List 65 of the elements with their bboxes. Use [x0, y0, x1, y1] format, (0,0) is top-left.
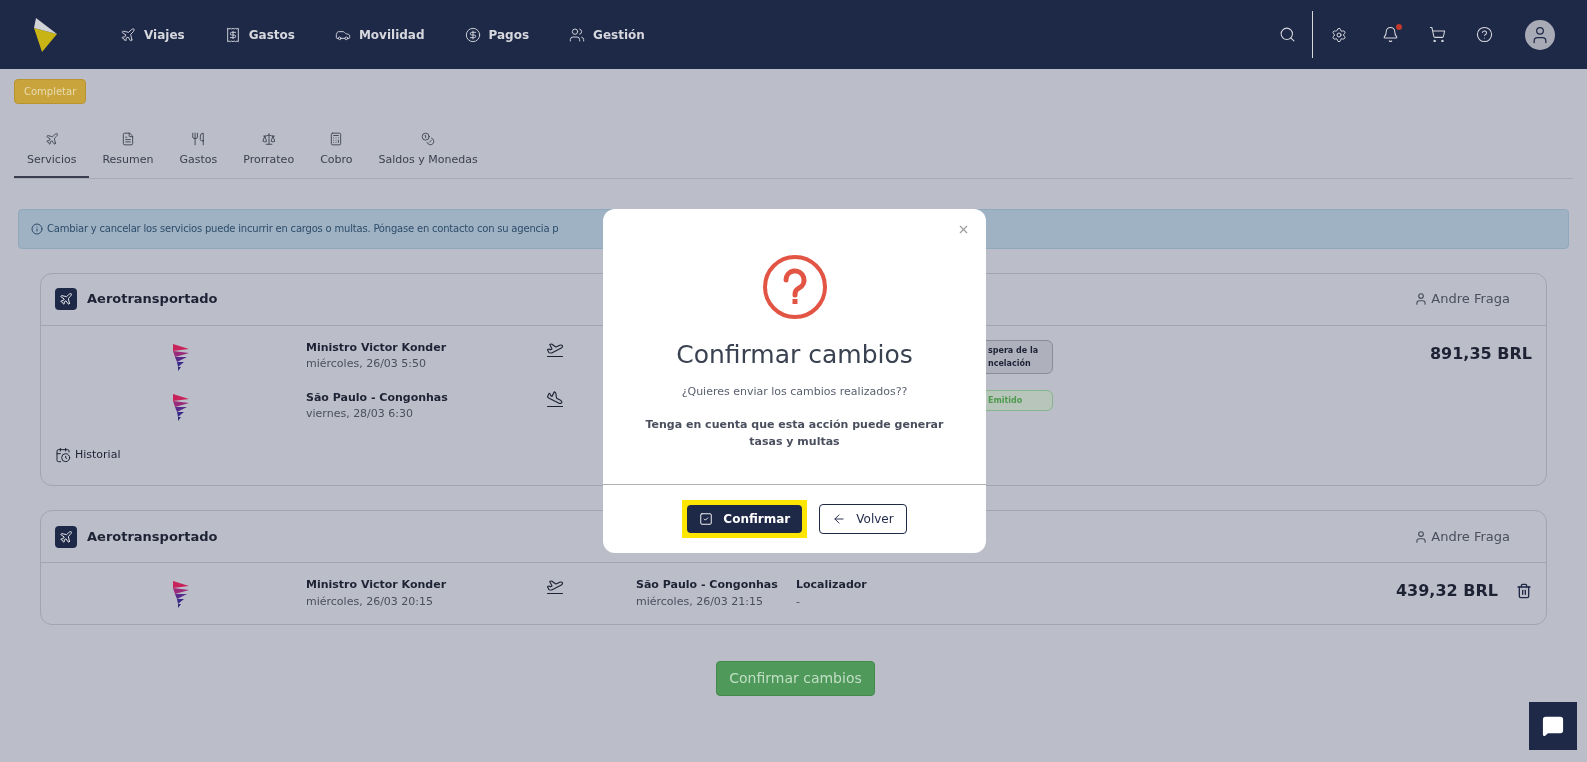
origin-name: Ministro Victor Konder — [306, 339, 448, 356]
plane-takeoff-icon — [546, 577, 564, 595]
dialog-warning: Tenga en cuenta que esta acción puede generar tasas y multas — [644, 417, 945, 450]
chat-button[interactable] — [1529, 702, 1577, 750]
calculator-icon — [329, 132, 344, 146]
history-icon[interactable] — [55, 446, 71, 463]
question-icon — [761, 254, 828, 320]
close-icon[interactable] — [957, 223, 970, 236]
tab[interactable]: Servicios — [14, 132, 90, 178]
notification-bell-icon[interactable] — [1382, 26, 1399, 43]
alert-text: Cambiar y cancelar los servicios puede incurrir en cargos o multas. Póngase en contacto con su agencia p — [47, 222, 559, 236]
user-icon — [1414, 292, 1429, 306]
utensils-icon — [191, 132, 206, 146]
dialog-question: ¿Quieres enviar los cambios realizados?? — [680, 383, 909, 400]
nav-link[interactable]: Pagos — [464, 25, 530, 44]
receipt-icon — [224, 26, 241, 43]
settings-icon[interactable] — [1331, 26, 1347, 43]
tab[interactable]: Gastos — [166, 132, 231, 178]
plane-icon — [44, 132, 59, 146]
traveler-name[interactable]: Andre Fraga — [1431, 526, 1510, 547]
plane-icon — [55, 525, 77, 548]
locator-label: Localizador — [796, 577, 868, 593]
users-icon — [569, 26, 586, 43]
nav-link[interactable]: Viajes — [120, 25, 185, 44]
price: 891,35 BRL — [1429, 342, 1532, 365]
service-type: Aerotransportado — [87, 290, 218, 309]
tab[interactable]: Resumen — [89, 132, 167, 178]
locator-value: - — [796, 593, 801, 610]
chat-icon — [1542, 715, 1564, 737]
destination-time: miércoles, 26/03 21:15 — [636, 593, 765, 610]
nav-link[interactable]: Movilidad — [334, 25, 425, 44]
origin-name: São Paulo - Congonhas — [306, 389, 449, 406]
origin-time: miércoles, 26/03 20:15 — [306, 593, 435, 610]
cart-icon[interactable] — [1429, 26, 1446, 43]
info-icon — [31, 222, 43, 235]
service-type: Aerotransportado — [87, 527, 218, 546]
origin-name: Ministro Victor Konder — [306, 577, 448, 593]
history-link[interactable]: Historial — [75, 446, 121, 463]
tab[interactable]: Prorrateo — [230, 132, 308, 178]
tab[interactable]: Saldos y Monedas — [365, 132, 491, 178]
delete-icon[interactable] — [1516, 583, 1532, 599]
plane-landing-icon — [546, 389, 564, 408]
coins-icon — [421, 132, 436, 146]
plane-icon — [55, 288, 77, 310]
dollar-coin-icon — [464, 26, 481, 43]
origin-time: viernes, 28/03 6:30 — [306, 406, 415, 422]
scale-icon — [261, 132, 276, 146]
document-icon — [120, 132, 135, 146]
price: 439,32 BRL — [1395, 580, 1498, 602]
logo-icon — [32, 17, 58, 52]
avatar-icon[interactable] — [1525, 19, 1555, 50]
dialog-title: Confirmar cambios — [675, 339, 914, 371]
nav-link[interactable]: Gestión — [569, 25, 645, 44]
checkbox-icon — [699, 512, 714, 526]
back-button[interactable]: Volver — [819, 504, 907, 534]
nav-link[interactable]: Gastos — [224, 25, 295, 44]
origin-time: miércoles, 26/03 5:50 — [306, 356, 428, 372]
confirm-button[interactable]: Confirmar — [687, 505, 803, 533]
user-icon — [1414, 529, 1429, 544]
tab[interactable]: Cobro — [307, 132, 366, 178]
plane-icon — [120, 26, 136, 43]
search-icon[interactable] — [1279, 26, 1296, 43]
destination-name: São Paulo - Congonhas — [636, 577, 779, 593]
help-icon[interactable] — [1476, 26, 1493, 43]
traveler-name[interactable]: Andre Fraga — [1431, 289, 1510, 309]
